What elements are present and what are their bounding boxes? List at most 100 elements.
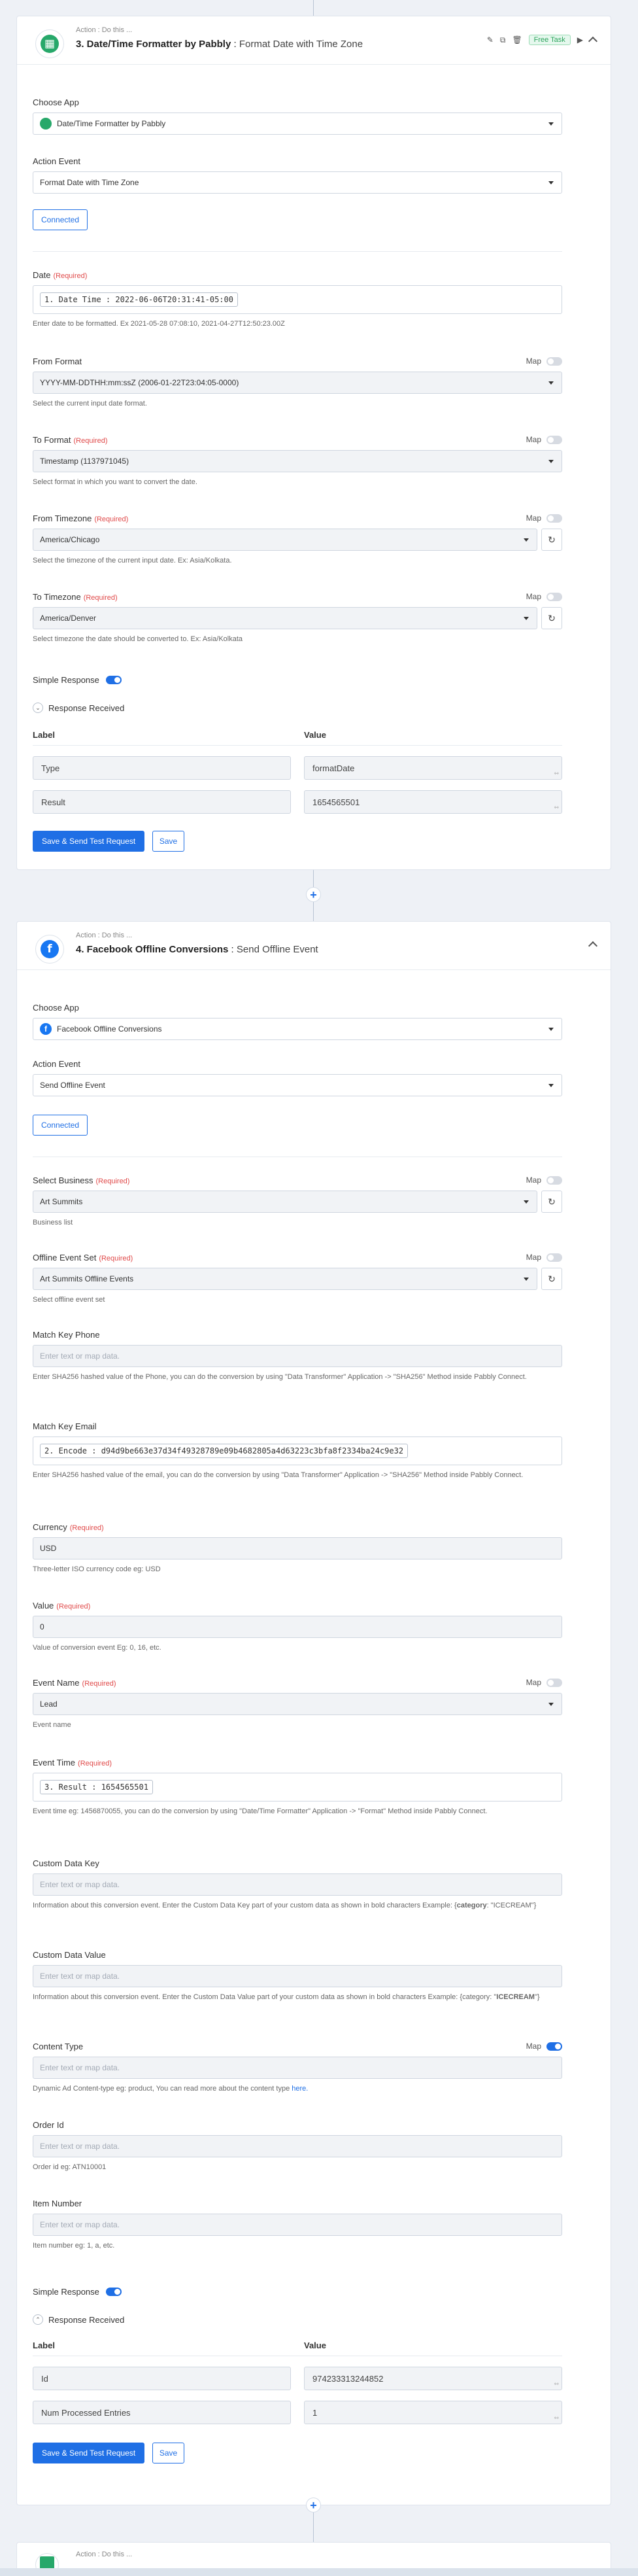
field-help: Business list [33,1219,73,1227]
choose-app-select[interactable]: f Facebook Offline Conversions [33,1018,562,1040]
select-row: Art Summits ↻ [33,1191,562,1213]
chevron-up-icon[interactable] [588,36,598,46]
match-key-email-input[interactable]: 2. Encode : d94d9be663e37d34f49328789e09… [33,1436,562,1465]
select-value: America/Denver [40,614,97,623]
select-row: America/Denver ↻ [33,607,562,629]
video-icon[interactable]: ▶ [577,35,583,44]
mapped-token[interactable]: 3. Result : 1654565501 [40,1780,153,1794]
simple-response-toggle[interactable] [105,2288,122,2296]
resize-grip-icon[interactable]: ⇿ [554,2380,559,2388]
item-number-input[interactable]: Enter text or map data. [33,2214,562,2236]
business-select[interactable]: Art Summits [33,1191,537,1213]
table-row: Result 1654565501 ⇿ [33,790,562,814]
response-received-row: ⌄ Response Received [33,703,562,713]
to-format-select[interactable]: Timestamp (1137971045) [33,450,562,472]
refresh-icon[interactable]: ↻ [541,1268,562,1290]
free-task-badge: Free Task [528,35,571,45]
add-step-plus-icon[interactable]: + [306,2498,321,2513]
map-toggle[interactable] [546,1175,562,1185]
map-toggle[interactable] [546,513,562,523]
resize-grip-icon[interactable]: ⇿ [554,804,559,811]
map-toggle[interactable] [546,435,562,444]
content-type-link[interactable]: here. [292,2085,308,2093]
row-label-cell: Result [33,790,291,814]
required-marker: (Required) [56,1602,91,1610]
step-3-header[interactable]: ▦ Action : Do this ... 3. Date/Time Form… [17,16,611,65]
refresh-icon[interactable]: ↻ [541,1191,562,1213]
custom-data-value-field: Custom Data Value Enter text or map data… [33,1948,562,2002]
order-id-input[interactable]: Enter text or map data. [33,2135,562,2157]
event-time-input[interactable]: 3. Result : 1654565501 [33,1773,562,1801]
chevron-down-icon [524,617,529,620]
resize-grip-icon[interactable]: ⇿ [554,770,559,777]
field-help: Value of conversion event Eg: 0, 16, etc… [33,1644,161,1652]
action-event-select[interactable]: Format Date with Time Zone [33,171,562,194]
map-toggle[interactable] [546,2042,562,2051]
response-received-row: ⌃ Response Received [33,2314,562,2325]
select-value: Art Summits [40,1197,83,1206]
required-marker: (Required) [73,436,108,445]
field-label: Value [33,1600,54,1610]
value-input[interactable]: 0 [33,1616,562,1638]
custom-data-key-input[interactable]: Enter text or map data. [33,1873,562,1896]
simple-response-toggle[interactable] [105,676,122,684]
date-input[interactable]: 1. Date Time : 2022-06-06T20:31:41-05:00 [33,285,562,314]
resize-grip-icon[interactable]: ⇿ [554,2414,559,2422]
from-timezone-select[interactable]: America/Chicago [33,529,537,551]
event-name-select[interactable]: Lead [33,1693,562,1715]
map-label: Map [526,435,541,444]
choose-app-select[interactable]: Date/Time Formatter by Pabbly [33,113,562,135]
field-help: Dynamic Ad Content-type eg: product, You… [33,2083,562,2094]
match-key-phone-input[interactable]: Enter text or map data. [33,1345,562,1367]
map-toggle[interactable] [546,1253,562,1262]
select-value: Lead [40,1699,58,1709]
step-tools: ✎ ⧉ 🗑 Free Task ▶ [487,35,598,46]
save-send-test-button[interactable]: Save & Send Test Request [33,2443,145,2463]
chevron-down-icon [548,181,554,184]
field-help: Select the current input date format. [33,400,147,408]
custom-data-value-input[interactable]: Enter text or map data. [33,1965,562,1987]
mapped-token[interactable]: 2. Encode : d94d9be663e37d34f49328789e09… [40,1444,409,1458]
event-time-field: Event Time (Required) 3. Result : 1654565… [33,1756,562,1817]
chevron-up-icon[interactable]: ⌃ [33,2314,43,2325]
currency-input[interactable]: USD [33,1537,562,1559]
copy-icon[interactable]: ⧉ [500,35,506,45]
response-received-label: Response Received [48,703,125,713]
map-toggle[interactable] [546,357,562,366]
save-button[interactable]: Save [152,831,185,852]
table-row: Id 974233313244852 ⇿ [33,2367,562,2390]
connection-field: Connected [33,209,562,230]
delete-icon[interactable]: 🗑 [512,35,522,44]
field-label: From Format [33,356,82,366]
edit-icon[interactable]: ✎ [487,35,494,44]
step-title: 4. Facebook Offline Conversions : Send O… [76,944,318,955]
field-help: Information about this conversion event.… [33,1992,562,2002]
column-header-label: Label [33,730,55,740]
action-event-select[interactable]: Send Offline Event [33,1074,562,1096]
content-type-input[interactable]: Enter text or map data. [33,2057,562,2079]
save-button[interactable]: Save [152,2443,185,2463]
help-text: Information about this conversion event.… [33,1902,457,1909]
field-help: Select timezone the date should be conve… [33,635,243,643]
from-format-select[interactable]: YYYY-MM-DDTHH:mm:ssZ (2006-01-22T23:04:0… [33,372,562,394]
connected-button[interactable]: Connected [33,209,88,230]
connected-button[interactable]: Connected [33,1115,88,1136]
required-marker: (Required) [82,1679,116,1688]
refresh-icon[interactable]: ↻ [541,607,562,629]
event-set-select[interactable]: Art Summits Offline Events [33,1268,537,1290]
map-toggle[interactable] [546,1678,562,1687]
input-placeholder: Enter text or map data. [40,2220,120,2229]
input-placeholder: Enter text or map data. [40,1351,120,1361]
mapped-token[interactable]: 1. Date Time : 2022-06-06T20:31:41-05:00 [40,292,238,307]
save-send-test-button[interactable]: Save & Send Test Request [33,831,145,852]
step-4-header[interactable]: f Action : Do this ... 4. Facebook Offli… [17,922,611,970]
chevron-down-icon[interactable]: ⌄ [33,703,43,713]
to-timezone-select[interactable]: America/Denver [33,607,537,629]
refresh-icon[interactable]: ↻ [541,529,562,551]
map-toggle[interactable] [546,592,562,601]
add-step-plus-icon[interactable]: + [306,887,321,902]
chevron-up-icon[interactable] [588,941,598,951]
item-number-field: Item Number Enter text or map data. Item… [33,2197,562,2251]
event-name-field: Event Name (Required) Map Lead Event name [33,1676,562,1730]
workflow-canvas: ▦ Action : Do this ... 3. Date/Time Form… [0,0,638,2576]
